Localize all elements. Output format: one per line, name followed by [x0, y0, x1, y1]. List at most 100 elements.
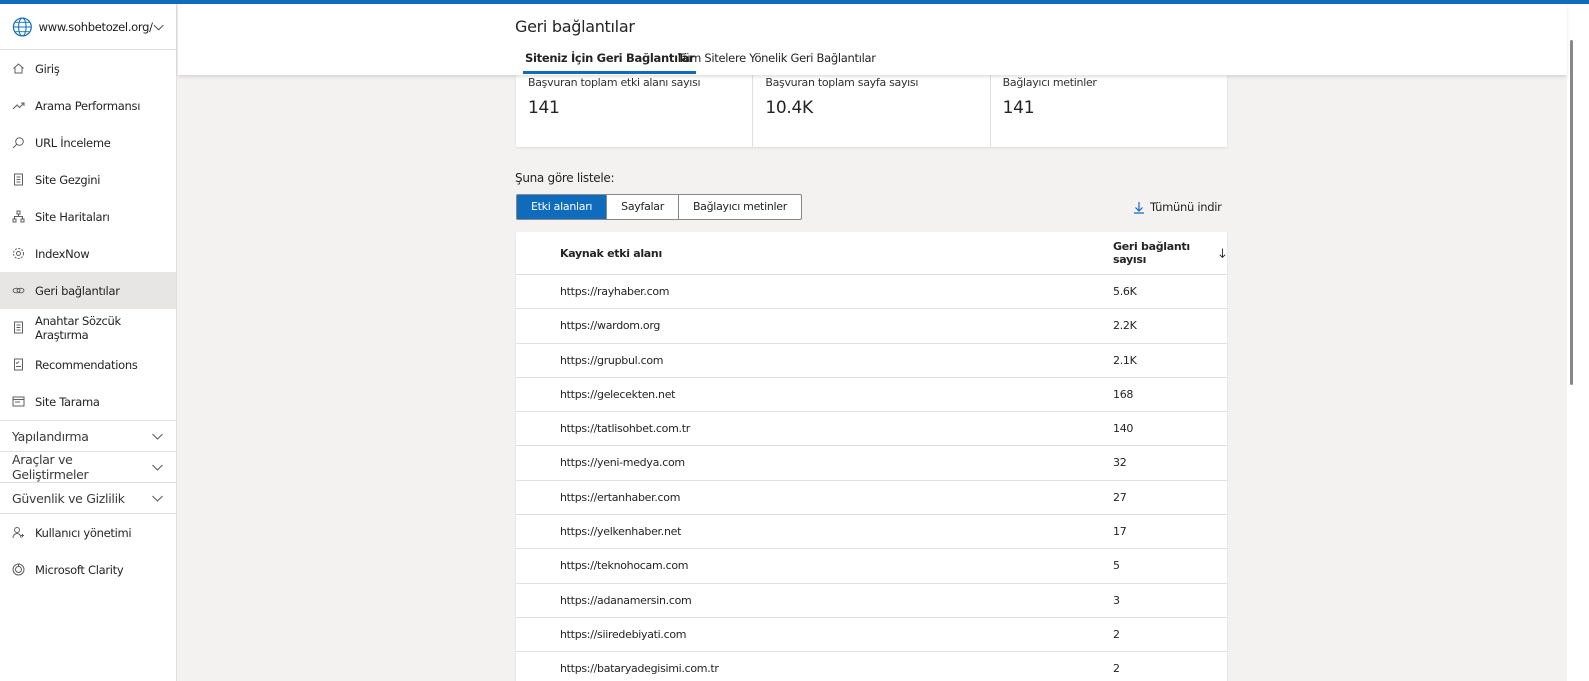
backlinks-table: Kaynak etki alanı Geri bağlantı sayısı h…: [516, 232, 1227, 681]
chevron-down-icon: [152, 464, 163, 471]
globe-icon: [12, 16, 32, 37]
table-row[interactable]: https://grupbul.com 2.1K: [516, 344, 1227, 378]
table-row[interactable]: https://yeni-medya.com 32: [516, 446, 1227, 481]
table-row[interactable]: https://siiredebiyati.com 2: [516, 618, 1227, 653]
scrollbar[interactable]: [1567, 4, 1589, 681]
option-pages[interactable]: Sayfalar: [607, 195, 679, 219]
sidebar-item-label: Site Tarama: [35, 394, 100, 409]
sidebar-item-bottom-0[interactable]: Kullanıcı yönetimi: [0, 514, 176, 551]
backlink-count-cell: 2: [1113, 662, 1120, 676]
table-row[interactable]: https://bataryadegisimi.com.tr 2: [516, 652, 1227, 681]
table-row[interactable]: https://yelkenhaber.net 17: [516, 515, 1227, 550]
table-row[interactable]: https://adanamersin.com 3: [516, 584, 1227, 618]
sidebar-group-0[interactable]: Yapılandırma: [0, 420, 176, 451]
sidebar-item-1[interactable]: Arama Performansı: [0, 87, 176, 124]
source-domain-cell[interactable]: https://bataryadegisimi.com.tr: [560, 662, 719, 675]
download-label: Tümünü indir: [1150, 200, 1222, 214]
source-domain-cell[interactable]: https://grupbul.com: [560, 354, 664, 367]
trend-icon: [12, 102, 25, 110]
stat-value: 10.4K: [765, 98, 813, 118]
scan-icon: [12, 396, 25, 407]
tab-all-sites-backlinks[interactable]: Tüm Sitelere Yönelik Geri Bağlantılar: [676, 51, 878, 65]
search-icon: [12, 137, 24, 149]
sidebar-item-label: Site Haritaları: [35, 209, 110, 224]
table-row[interactable]: https://rayhaber.com 5.6K: [516, 275, 1227, 310]
stat-label: Bağlayıcı metinler: [1002, 76, 1097, 89]
stat-value: 141: [528, 98, 560, 118]
document-icon: [14, 173, 23, 186]
sidebar-item-bottom-1[interactable]: Microsoft Clarity: [0, 551, 176, 588]
stat-referring-pages: Başvuran toplam sayfa sayısı 10.4K: [753, 70, 991, 147]
table-row[interactable]: https://ertanhaber.com 27: [516, 481, 1227, 516]
sidebar: www.sohbetozel.org/ Giriş Arama Performan…: [0, 4, 177, 681]
source-domain-cell[interactable]: https://adanamersin.com: [560, 594, 692, 607]
sidebar-item-label: Kullanıcı yönetimi: [35, 525, 132, 540]
list-by-label: Şuna göre listele:: [515, 171, 615, 185]
sidebar-item-7[interactable]: Anahtar Sözcük Araştırma: [0, 309, 176, 346]
sort-descending-icon: [1219, 248, 1226, 259]
backlink-count-cell: 2.2K: [1113, 319, 1137, 333]
scrollbar-thumb[interactable]: [1570, 40, 1573, 385]
backlink-count-cell: 140: [1113, 422, 1134, 436]
backlink-count-cell: 5: [1113, 559, 1120, 573]
list-by-toggle: Etki alanları Sayfalar Bağlayıcı metinle…: [516, 194, 802, 220]
stat-label: Başvuran toplam etki alanı sayısı: [528, 76, 701, 89]
backlink-count-cell: 168: [1113, 387, 1134, 401]
sidebar-item-8[interactable]: Recommendations: [0, 346, 176, 383]
sidebar-group-2[interactable]: Güvenlik ve Gizlilik: [0, 482, 176, 513]
sidebar-group-label: Araçlar ve Geliştirmeler: [12, 452, 89, 482]
site-selector[interactable]: www.sohbetozel.org/: [0, 4, 176, 50]
document-icon: [14, 321, 23, 334]
checklist-icon: [14, 358, 23, 371]
sidebar-group-label: Güvenlik ve Gizlilik: [12, 490, 125, 506]
option-anchor-texts[interactable]: Bağlayıcı metinler: [679, 195, 801, 219]
option-domains[interactable]: Etki alanları: [517, 195, 608, 219]
sidebar-item-label: Geri bağlantılar: [35, 283, 120, 298]
backlink-count-cell: 32: [1113, 456, 1127, 470]
sidebar-item-4[interactable]: Site Haritaları: [0, 198, 176, 235]
download-all-button[interactable]: Tümünü indir: [1133, 200, 1222, 214]
chevron-down-icon: [153, 24, 164, 31]
gear-icon: [13, 248, 24, 259]
source-domain-cell[interactable]: https://ertanhaber.com: [560, 491, 680, 504]
home-icon: [13, 63, 24, 74]
sidebar-group-1[interactable]: Araçlar ve Geliştirmeler: [0, 451, 176, 482]
clarity-icon: [12, 563, 25, 576]
sidebar-item-9[interactable]: Site Tarama: [0, 383, 176, 420]
tab-site-backlinks[interactable]: Siteniz İçin Geri Bağlantılar: [523, 51, 697, 74]
sidebar-item-6[interactable]: Geri bağlantılar: [0, 272, 176, 309]
sidebar-item-0[interactable]: Giriş: [0, 50, 176, 87]
source-domain-cell[interactable]: https://yeni-medya.com: [560, 456, 685, 469]
table-row[interactable]: https://tatlisohbet.com.tr 140: [516, 412, 1227, 447]
sidebar-item-label: Site Gezgini: [35, 172, 101, 187]
table-row[interactable]: https://wardom.org 2.2K: [516, 309, 1227, 344]
backlink-count-cell: 2.1K: [1113, 353, 1137, 367]
sidebar-item-2[interactable]: URL İnceleme: [0, 124, 176, 161]
stat-anchor-texts: Bağlayıcı metinler 141: [991, 70, 1227, 147]
column-header-source-domain[interactable]: Kaynak etki alanı: [560, 247, 662, 260]
sidebar-item-5[interactable]: IndexNow: [0, 235, 176, 272]
download-icon: [1134, 201, 1144, 214]
column-header-backlink-count[interactable]: Geri bağlantı sayısı: [1113, 240, 1227, 266]
user-icon: [12, 527, 24, 539]
source-domain-cell[interactable]: https://siiredebiyati.com: [560, 628, 687, 641]
source-domain-cell[interactable]: https://wardom.org: [560, 319, 660, 332]
site-name: www.sohbetozel.org/: [38, 19, 153, 34]
source-domain-cell[interactable]: https://teknohocam.com: [560, 559, 688, 572]
sidebar-item-label: URL İnceleme: [35, 135, 111, 150]
stat-value: 141: [1002, 98, 1035, 118]
source-domain-cell[interactable]: https://gelecekten.net: [560, 388, 676, 401]
sidebar-item-label: Giriş: [35, 61, 60, 76]
sidebar-item-3[interactable]: Site Gezgini: [0, 161, 176, 198]
backlink-count-cell: 5.6K: [1113, 285, 1137, 298]
sidebar-item-label: Anahtar Sözcük Araştırma: [35, 313, 121, 342]
source-domain-cell[interactable]: https://rayhaber.com: [560, 285, 669, 298]
table-row[interactable]: https://gelecekten.net 168: [516, 378, 1227, 413]
table-row[interactable]: https://teknohocam.com 5: [516, 549, 1227, 584]
source-domain-cell[interactable]: https://yelkenhaber.net: [560, 525, 681, 538]
link-icon: [12, 287, 25, 294]
stats-summary: Başvuran toplam etki alanı sayısı 141 Ba…: [516, 70, 1227, 147]
stat-label: Başvuran toplam sayfa sayısı: [765, 76, 919, 89]
source-domain-cell[interactable]: https://tatlisohbet.com.tr: [560, 422, 690, 435]
sidebar-item-label: Recommendations: [35, 357, 138, 372]
